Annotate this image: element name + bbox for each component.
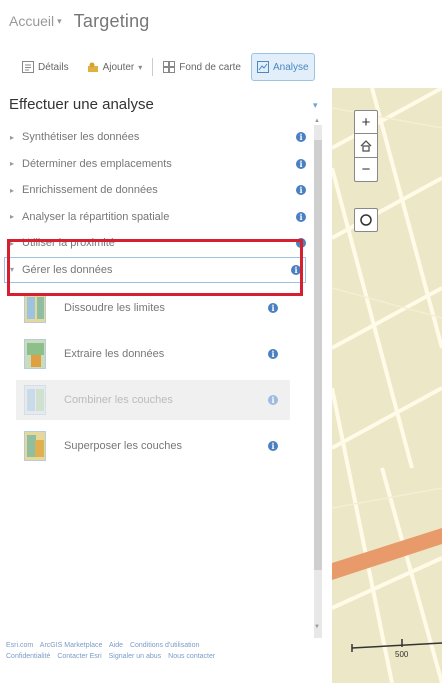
footer-link[interactable]: Confidentialité	[6, 653, 50, 660]
footer-link[interactable]: Contacter Esri	[57, 653, 101, 660]
add-button[interactable]: Ajouter ▾	[83, 54, 147, 80]
info-icon[interactable]: i	[268, 349, 278, 359]
category-list: ▸ Synthétiser les données i ▸ Déterminer…	[0, 124, 310, 283]
footer-links: Esri.com ArcGIS Marketplace Aide Conditi…	[6, 640, 326, 662]
scroll-up-icon[interactable]: ▲	[314, 118, 320, 124]
page-title: Targeting	[73, 10, 150, 31]
scrollbar-thumb[interactable]	[314, 140, 322, 570]
category-enrich[interactable]: ▸ Enrichissement de données i	[0, 177, 310, 204]
scroll-down-icon[interactable]: ▼	[314, 624, 320, 630]
merge-layers-icon	[24, 385, 46, 415]
map-streets	[332, 88, 442, 683]
tool-overlay-layers[interactable]: Superposer les couches i	[16, 426, 290, 466]
category-find-locations[interactable]: ▸ Déterminer des emplacements i	[0, 151, 310, 178]
home-extent-button[interactable]	[354, 134, 378, 158]
category-label: Gérer les données	[22, 263, 113, 276]
plus-icon: +	[361, 113, 371, 131]
category-label: Déterminer des emplacements	[22, 157, 172, 170]
basemap-button[interactable]: Fond de carte	[159, 54, 245, 80]
analysis-icon	[257, 61, 269, 73]
footer-link[interactable]: Esri.com	[6, 642, 33, 649]
analysis-label: Analyse	[273, 61, 309, 73]
zoom-out-button[interactable]: −	[354, 158, 378, 182]
basemap-grid-icon	[163, 61, 176, 73]
scrollbar-track[interactable]	[314, 125, 322, 638]
minus-icon: −	[361, 161, 371, 178]
overlay-layers-icon	[24, 431, 46, 461]
tool-label: Extraire les données	[64, 348, 165, 360]
info-icon[interactable]: i	[268, 441, 278, 451]
category-manage-data[interactable]: ▾ Gérer les données i	[4, 256, 306, 283]
tool-merge-layers: Combiner les couches i	[16, 380, 290, 420]
scale-bar-label: 500	[395, 650, 409, 659]
info-icon[interactable]: i	[291, 264, 301, 275]
tool-label: Superposer les couches	[64, 440, 183, 452]
home-link[interactable]: Accueil	[9, 13, 54, 29]
toolbar-divider	[152, 58, 154, 76]
details-icon	[22, 61, 34, 73]
add-data-icon	[87, 62, 98, 72]
info-icon[interactable]: i	[296, 211, 306, 222]
chevron-right-icon: ▸	[10, 238, 15, 248]
details-button[interactable]: Détails	[18, 54, 73, 80]
home-icon	[360, 139, 372, 152]
locate-button[interactable]	[354, 208, 378, 232]
info-icon[interactable]: i	[296, 158, 306, 169]
tool-extract-data[interactable]: Extraire les données i	[16, 334, 290, 374]
collapse-icon[interactable]: ▾	[313, 100, 318, 111]
chevron-right-icon: ▸	[10, 212, 15, 222]
category-analyze-patterns[interactable]: ▸ Analyser la répartition spatiale i	[0, 204, 310, 231]
add-label: Ajouter	[102, 61, 135, 73]
footer-link[interactable]: ArcGIS Marketplace	[40, 642, 103, 649]
tool-label: Combiner les couches	[64, 394, 173, 406]
category-use-proximity[interactable]: ▸ Utiliser la proximité i	[0, 230, 310, 257]
chevron-down-icon: ▾	[138, 62, 143, 72]
chevron-right-icon: ▸	[10, 185, 15, 195]
chevron-right-icon: ▸	[10, 159, 15, 169]
category-summarize[interactable]: ▸ Synthétiser les données i	[0, 124, 310, 151]
home-caret-icon[interactable]: ▾	[57, 16, 62, 27]
category-label: Synthétiser les données	[22, 131, 140, 144]
map-toolbar: Détails Ajouter ▾ Fond de carte Analyse	[0, 50, 442, 84]
tool-label: Dissoudre les limites	[64, 302, 165, 314]
zoom-in-button[interactable]: +	[354, 110, 378, 134]
info-icon[interactable]: i	[296, 132, 306, 143]
tool-dissolve-boundaries[interactable]: Dissoudre les limites i	[16, 288, 290, 328]
chevron-right-icon: ▸	[10, 132, 15, 142]
analysis-button[interactable]: Analyse	[251, 53, 315, 81]
basemap-label: Fond de carte	[179, 61, 241, 73]
footer-link[interactable]: Conditions d'utilisation	[130, 642, 199, 649]
footer-link[interactable]: Nous contacter	[168, 653, 215, 660]
category-label: Analyser la répartition spatiale	[22, 210, 170, 223]
details-label: Détails	[38, 61, 69, 73]
footer-link[interactable]: Aide	[109, 642, 123, 649]
category-label: Enrichissement de données	[22, 184, 158, 197]
locate-circle-icon	[360, 214, 372, 226]
dissolve-boundaries-icon	[24, 293, 46, 323]
map-view[interactable]	[332, 88, 442, 683]
info-icon[interactable]: i	[268, 303, 278, 313]
extract-data-icon	[24, 339, 46, 369]
info-icon[interactable]: i	[296, 185, 306, 196]
analysis-panel: Effectuer une analyse ▾ ▸ Synthétiser le…	[0, 88, 329, 636]
info-icon[interactable]: i	[268, 395, 278, 405]
chevron-down-icon: ▾	[10, 265, 15, 275]
info-icon[interactable]: i	[296, 238, 306, 249]
app-header: Accueil ▾ Targeting	[0, 0, 442, 42]
category-label: Utiliser la proximité	[22, 237, 115, 250]
panel-title: Effectuer une analyse	[9, 96, 154, 113]
footer-link[interactable]: Signaler un abus	[109, 653, 162, 660]
